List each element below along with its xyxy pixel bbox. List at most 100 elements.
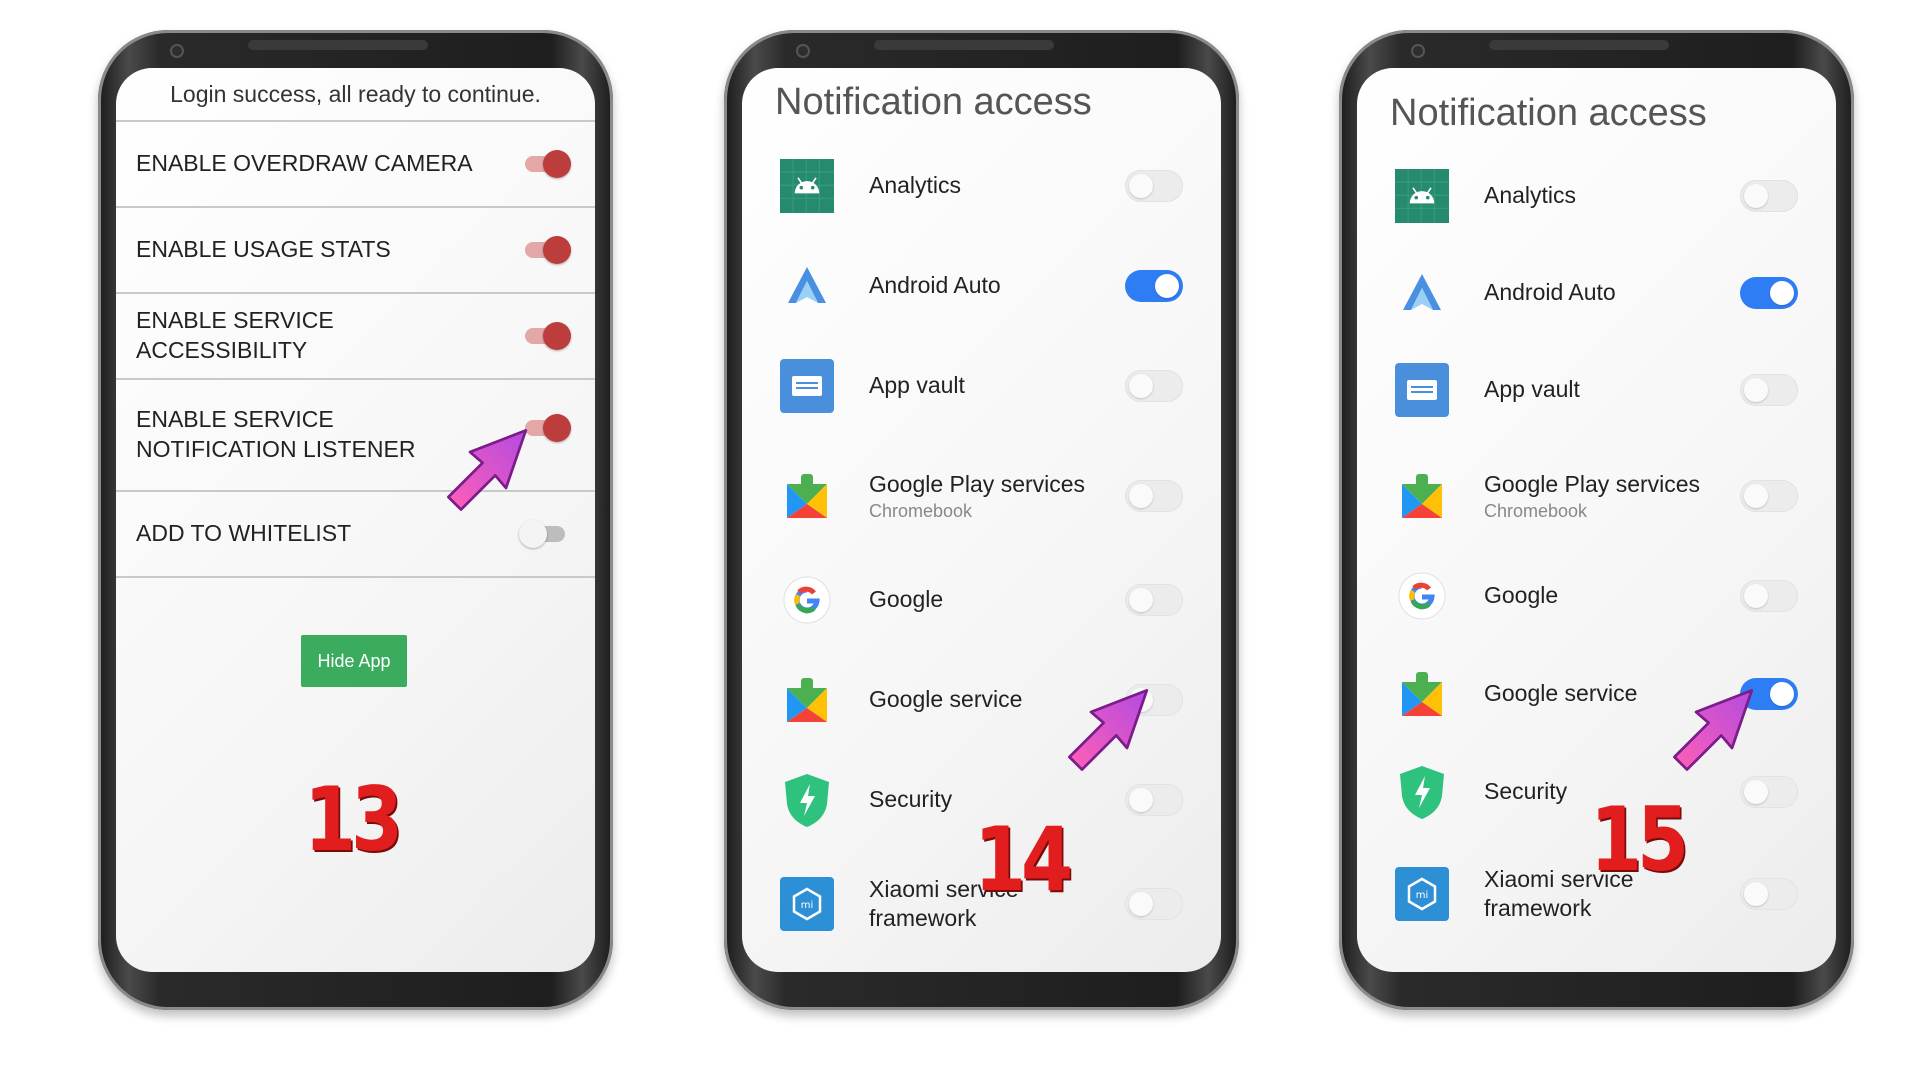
setting-label: ENABLE USAGE STATS — [136, 236, 391, 263]
phone-frame-2: Notification access Analytics Android Au… — [724, 30, 1239, 1010]
app-sublabel: Chromebook — [869, 501, 973, 522]
svg-text:mi: mi — [801, 900, 814, 911]
page-title: Notification access — [1390, 92, 1707, 134]
speaker-grille — [1489, 40, 1669, 50]
app-row-google[interactable]: Google — [1357, 566, 1836, 626]
usage-stats-toggle[interactable] — [525, 236, 571, 264]
play-services-icon — [1395, 667, 1449, 721]
play-services-icon — [1395, 469, 1449, 523]
app-label: Analytics — [1484, 182, 1577, 209]
app-label: Google — [1484, 582, 1559, 609]
xiaomi-icon: mi — [780, 877, 834, 931]
toggle-knob — [1770, 682, 1794, 706]
toggle-knob — [1744, 780, 1768, 804]
toggle-knob — [1770, 281, 1794, 305]
app-vault-toggle[interactable] — [1125, 370, 1183, 402]
app-label: Security — [869, 786, 953, 813]
front-camera — [796, 44, 810, 58]
pointer-arrow-icon — [447, 429, 528, 511]
analytics-toggle[interactable] — [1125, 170, 1183, 202]
toggle-knob — [543, 322, 571, 350]
setting-label: ENABLE OVERDRAW CAMERA — [136, 150, 473, 177]
svg-text:mi: mi — [1416, 890, 1429, 901]
front-camera — [170, 44, 184, 58]
play-services-icon — [780, 469, 834, 523]
app-vault-toggle[interactable] — [1740, 374, 1798, 406]
security-shield-icon — [1395, 765, 1449, 819]
toggle-knob — [1129, 374, 1153, 398]
speaker-grille — [874, 40, 1054, 50]
whitelist-toggle[interactable] — [519, 520, 565, 548]
toggle-knob — [1129, 588, 1153, 612]
analytics-toggle[interactable] — [1740, 180, 1798, 212]
app-label: App vault — [1484, 376, 1580, 403]
android-icon — [1395, 169, 1449, 223]
toggle-knob — [1129, 788, 1153, 812]
page-title: Notification access — [775, 81, 1092, 123]
front-camera — [1411, 44, 1425, 58]
google-toggle[interactable] — [1740, 580, 1798, 612]
play-services-icon — [780, 673, 834, 727]
app-label: Google service — [869, 686, 1023, 713]
service-accessibility-toggle[interactable] — [525, 322, 571, 350]
hide-app-button[interactable]: Hide App — [301, 635, 407, 687]
overdraw-camera-toggle[interactable] — [525, 150, 571, 178]
xiaomi-service-framework-toggle[interactable] — [1740, 878, 1798, 910]
pointer-arrow-icon — [1673, 689, 1754, 771]
security-toggle[interactable] — [1740, 776, 1798, 808]
android-auto-icon — [1395, 266, 1449, 320]
setting-label: ENABLE SERVICE NOTIFICATION LISTENER — [136, 406, 416, 462]
app-vault-icon — [780, 359, 834, 413]
app-label: Security — [1484, 778, 1568, 805]
app-row-google[interactable]: Google — [742, 570, 1221, 630]
toggle-knob — [543, 150, 571, 178]
login-status-text: Login success, all ready to continue. — [116, 68, 595, 122]
toggle-knob — [519, 520, 547, 548]
app-label: Analytics — [869, 172, 962, 199]
step-number: 13 — [304, 768, 403, 871]
google-g-icon — [1395, 569, 1449, 623]
app-row-app-vault[interactable]: App vault — [1357, 360, 1836, 420]
google-play-services-toggle[interactable] — [1125, 480, 1183, 512]
app-label: Android Auto — [869, 272, 1001, 299]
xiaomi-icon: mi — [1395, 867, 1449, 921]
toggle-knob — [1129, 484, 1153, 508]
toggle-knob — [1744, 378, 1768, 402]
app-row-google-service[interactable]: Google service — [1357, 664, 1836, 724]
app-row-analytics[interactable]: Analytics — [1357, 166, 1836, 226]
pointer-arrow-icon — [1068, 689, 1149, 771]
app-sublabel: Chromebook — [1484, 501, 1588, 522]
app-row-app-vault[interactable]: App vault — [742, 356, 1221, 416]
toggle-knob — [543, 414, 571, 442]
app-label: Google Play services — [869, 470, 1086, 497]
app-label: Android Auto — [1484, 279, 1616, 306]
phone-frame-3: Notification access Analytics Android Au… — [1339, 30, 1854, 1010]
security-toggle[interactable] — [1125, 784, 1183, 816]
toggle-knob — [543, 236, 571, 264]
google-toggle[interactable] — [1125, 584, 1183, 616]
app-label: Google — [869, 586, 944, 613]
app-label: Google Play services — [1484, 470, 1701, 497]
setting-row-overdraw-camera[interactable]: ENABLE OVERDRAW CAMERA — [116, 122, 595, 208]
android-auto-toggle[interactable] — [1740, 277, 1798, 309]
xiaomi-service-framework-toggle[interactable] — [1125, 888, 1183, 920]
app-row-android-auto[interactable]: Android Auto — [1357, 263, 1836, 323]
screen-notification-access: Notification access Analytics Android Au… — [742, 68, 1221, 972]
toggle-knob — [1129, 892, 1153, 916]
app-vault-icon — [1395, 363, 1449, 417]
android-auto-toggle[interactable] — [1125, 270, 1183, 302]
app-row-google-play-services[interactable]: Google Play services Chromebook — [742, 466, 1221, 526]
google-play-services-toggle[interactable] — [1740, 480, 1798, 512]
google-g-icon — [780, 573, 834, 627]
toggle-knob — [1744, 484, 1768, 508]
app-row-android-auto[interactable]: Android Auto — [742, 256, 1221, 316]
step-number: 14 — [974, 808, 1073, 911]
android-icon — [780, 159, 834, 213]
app-label: Google service — [1484, 680, 1638, 707]
speaker-grille — [248, 40, 428, 50]
app-row-analytics[interactable]: Analytics — [742, 156, 1221, 216]
toggle-knob — [1155, 274, 1179, 298]
setting-row-usage-stats[interactable]: ENABLE USAGE STATS — [116, 208, 595, 294]
setting-row-service-accessibility[interactable]: ENABLE SERVICE ACCESSIBILITY — [116, 294, 595, 380]
app-row-google-play-services[interactable]: Google Play services Chromebook — [1357, 466, 1836, 526]
